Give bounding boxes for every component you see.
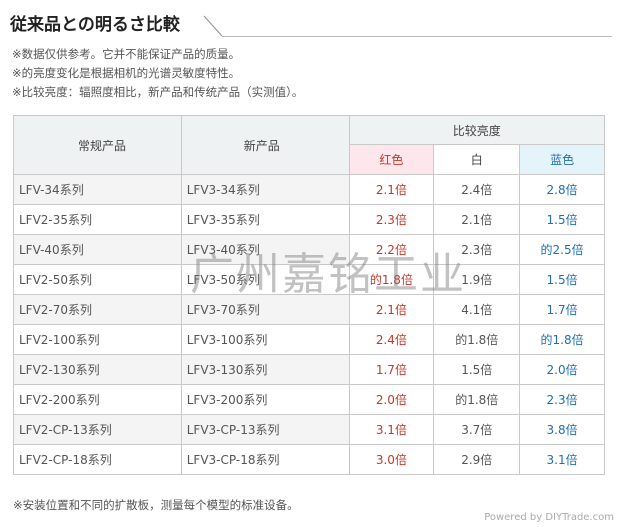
cell-blue-ratio: 1.7倍 [519, 294, 605, 325]
cell-new-product: LFV3-CP-18系列 [180, 444, 350, 475]
cell-red-ratio: 2.1倍 [348, 174, 435, 205]
table-row: LFV-40系列 LFV3-40系列 2.2倍 2.3倍 的2.5倍 [13, 234, 605, 265]
cell-blue-ratio: 2.8倍 [519, 174, 605, 205]
cell-old-product: LFV-40系列 [13, 234, 182, 265]
cell-white-ratio: 2.3倍 [433, 234, 521, 265]
cell-new-product: LFV3-100系列 [180, 324, 350, 355]
cell-old-product: LFV-34系列 [13, 174, 182, 205]
title-underline [222, 36, 612, 37]
page-title: 従来品との明るさ比較 [10, 15, 180, 35]
table-row: LFV2-50系列 LFV3-50系列 的1.8倍 1.9倍 1.5倍 [13, 264, 605, 295]
table-row: LFV2-70系列 LFV3-70系列 2.1倍 4.1倍 1.7倍 [13, 294, 605, 325]
header-blue: 蓝色 [519, 144, 605, 175]
cell-old-product: LFV2-130系列 [13, 354, 182, 385]
cell-red-ratio: 2.0倍 [348, 384, 435, 415]
title-bar: 従来品との明るさ比較 [8, 8, 612, 38]
table-row: LFV2-130系列 LFV3-130系列 1.7倍 1.5倍 2.0倍 [13, 354, 605, 385]
cell-white-ratio: 2.9倍 [433, 444, 521, 475]
cell-new-product: LFV3-200系列 [180, 384, 350, 415]
note-line: ※的亮度变化是根据相机的光谱灵敏度特性。 [12, 66, 241, 80]
cell-white-ratio: 的1.8倍 [433, 324, 521, 355]
cell-new-product: LFV3-130系列 [180, 354, 350, 385]
cell-red-ratio: 的1.8倍 [348, 264, 435, 295]
table-header-row: 常规产品 新产品 比较亮度 [13, 115, 605, 175]
table-row: LFV2-100系列 LFV3-100系列 2.4倍 的1.8倍 的1.8倍 [13, 324, 605, 355]
header-white: 白 [433, 144, 521, 175]
cell-white-ratio: 2.4倍 [433, 174, 521, 205]
table-row: LFV2-CP-13系列 LFV3-CP-13系列 3.1倍 3.7倍 3.8倍 [13, 414, 605, 445]
cell-blue-ratio: 的1.8倍 [519, 324, 605, 355]
cell-red-ratio: 2.4倍 [348, 324, 435, 355]
cell-new-product: LFV3-70系列 [180, 294, 350, 325]
table-body: LFV-34系列 LFV3-34系列 2.1倍 2.4倍 2.8倍 LFV2-3… [13, 174, 605, 475]
header-old-product: 常规产品 [13, 115, 182, 175]
table-row: LFV-34系列 LFV3-34系列 2.1倍 2.4倍 2.8倍 [13, 174, 605, 205]
cell-blue-ratio: 3.1倍 [519, 444, 605, 475]
cell-red-ratio: 1.7倍 [348, 354, 435, 385]
cell-old-product: LFV2-50系列 [13, 264, 182, 295]
title-slash-decoration [203, 15, 223, 37]
cell-new-product: LFV3-CP-13系列 [180, 414, 350, 445]
cell-old-product: LFV2-100系列 [13, 324, 182, 355]
cell-blue-ratio: 1.5倍 [519, 204, 605, 235]
cell-new-product: LFV3-35系列 [180, 204, 350, 235]
cell-blue-ratio: 2.3倍 [519, 384, 605, 415]
cell-new-product: LFV3-50系列 [180, 264, 350, 295]
cell-blue-ratio: 的2.5倍 [519, 234, 605, 265]
header-new-product: 新产品 [180, 115, 350, 175]
footer-note: ※安装位置和不同的扩散板，测量每个模型的标准设备。 [13, 498, 299, 512]
cell-white-ratio: 1.9倍 [433, 264, 521, 295]
cell-red-ratio: 2.3倍 [348, 204, 435, 235]
brightness-comparison-table: 常规产品 新产品 比较亮度 红色 白 蓝色 LFV-34系列 LFV3-34系列… [13, 115, 605, 475]
table-row: LFV2-CP-18系列 LFV3-CP-18系列 3.0倍 2.9倍 3.1倍 [13, 444, 605, 475]
cell-new-product: LFV3-40系列 [180, 234, 350, 265]
cell-white-ratio: 2.1倍 [433, 204, 521, 235]
cell-red-ratio: 3.0倍 [348, 444, 435, 475]
cell-old-product: LFV2-200系列 [13, 384, 182, 415]
cell-red-ratio: 2.2倍 [348, 234, 435, 265]
credit-text: Powered by DIYTrade.com [484, 512, 614, 523]
cell-old-product: LFV2-35系列 [13, 204, 182, 235]
cell-old-product: LFV2-CP-18系列 [13, 444, 182, 475]
cell-red-ratio: 2.1倍 [348, 294, 435, 325]
header-red: 红色 [348, 144, 435, 175]
table-row: LFV2-35系列 LFV3-35系列 2.3倍 2.1倍 1.5倍 [13, 204, 605, 235]
cell-old-product: LFV2-70系列 [13, 294, 182, 325]
cell-white-ratio: 3.7倍 [433, 414, 521, 445]
note-line: ※数据仅供参考。它并不能保证产品的质量。 [12, 47, 241, 61]
cell-blue-ratio: 3.8倍 [519, 414, 605, 445]
cell-red-ratio: 3.1倍 [348, 414, 435, 445]
cell-white-ratio: 1.5倍 [433, 354, 521, 385]
cell-blue-ratio: 1.5倍 [519, 264, 605, 295]
note-line: ※比较亮度：辐照度相比，新产品和传统产品（实测值）。 [12, 85, 304, 99]
cell-white-ratio: 4.1倍 [433, 294, 521, 325]
table-row: LFV2-200系列 LFV3-200系列 2.0倍 的1.8倍 2.3倍 [13, 384, 605, 415]
cell-old-product: LFV2-CP-13系列 [13, 414, 182, 445]
cell-blue-ratio: 2.0倍 [519, 354, 605, 385]
cell-new-product: LFV3-34系列 [180, 174, 350, 205]
header-compare-brightness: 比较亮度 [348, 115, 605, 145]
cell-white-ratio: 的1.8倍 [433, 384, 521, 415]
notes-block: ※数据仅供参考。它并不能保证产品的质量。 ※的亮度变化是根据相机的光谱灵敏度特性… [12, 45, 303, 102]
